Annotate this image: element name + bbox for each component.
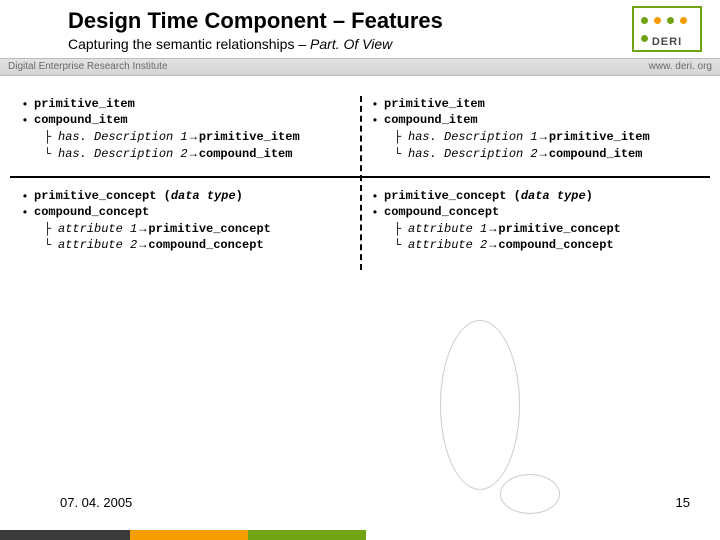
- desc-rhs: compound_item: [549, 146, 643, 162]
- arrow-icon: →: [137, 237, 148, 253]
- block-top-left: •primitive_item •compound_item ├has. Des…: [10, 96, 360, 168]
- desc-lhs: has. Description 2: [408, 146, 538, 162]
- text: ): [236, 189, 243, 203]
- concept-compound: compound_concept: [384, 204, 499, 220]
- tree-branch-icon: └: [44, 146, 58, 162]
- institute-name: Digital Enterprise Research Institute: [8, 61, 168, 72]
- bullet-icon: •: [366, 188, 384, 204]
- bullet-icon: •: [366, 204, 384, 220]
- footer-date: 07. 04. 2005: [60, 495, 132, 510]
- desc-rhs: compound_item: [199, 146, 293, 162]
- footer-stripe: [0, 530, 720, 540]
- tree-branch-icon: ├: [44, 221, 58, 237]
- concept-primitive: primitive_concept (data type): [34, 188, 243, 204]
- bullet-icon: •: [366, 96, 384, 112]
- attr-lhs: attribute 2: [58, 237, 137, 253]
- attr-rhs: primitive_concept: [148, 221, 270, 237]
- arrow-icon: →: [188, 129, 199, 145]
- item-compound: compound_item: [34, 112, 128, 128]
- vertical-divider-dashed: [360, 96, 362, 270]
- text: primitive_concept (: [34, 189, 171, 203]
- block-top-right: •primitive_item •compound_item ├has. Des…: [360, 96, 710, 168]
- subtitle-plain: Capturing the semantic relationships –: [68, 36, 310, 52]
- attr-lhs: attribute 1: [408, 221, 487, 237]
- bullet-icon: •: [16, 96, 34, 112]
- tree-branch-icon: ├: [394, 221, 408, 237]
- attr-lhs: attribute 2: [408, 237, 487, 253]
- deri-logo: DERI: [632, 6, 702, 52]
- concept-compound: compound_concept: [34, 204, 149, 220]
- logo-text: DERI: [634, 36, 700, 48]
- text: primitive_concept (: [384, 189, 521, 203]
- attr-rhs: primitive_concept: [498, 221, 620, 237]
- tree-branch-icon: └: [394, 237, 408, 253]
- sub-bar: Digital Enterprise Research Institute ww…: [0, 58, 720, 76]
- desc-rhs: primitive_item: [199, 129, 300, 145]
- bullet-icon: •: [366, 112, 384, 128]
- desc-rhs: primitive_item: [549, 129, 650, 145]
- desc-lhs: has. Description 1: [408, 129, 538, 145]
- arrow-icon: →: [188, 146, 199, 162]
- bullet-icon: •: [16, 112, 34, 128]
- arrow-icon: →: [487, 237, 498, 253]
- tree-branch-icon: ├: [394, 129, 408, 145]
- arrow-icon: →: [487, 221, 498, 237]
- decorative-ellipse: [440, 320, 520, 490]
- block-bottom-right: •primitive_concept (data type) •compound…: [360, 188, 710, 260]
- desc-lhs: has. Description 2: [58, 146, 188, 162]
- concept-primitive: primitive_concept (data type): [384, 188, 593, 204]
- slide-subtitle: Capturing the semantic relationships – P…: [0, 36, 720, 52]
- bullet-icon: •: [16, 204, 34, 220]
- tree-branch-icon: ├: [44, 129, 58, 145]
- subtitle-italic: Part. Of View: [310, 36, 392, 52]
- attr-rhs: compound_concept: [498, 237, 613, 253]
- slide-footer: 07. 04. 2005 15: [0, 484, 720, 540]
- desc-lhs: has. Description 1: [58, 129, 188, 145]
- slide-title: Design Time Component – Features: [0, 8, 720, 34]
- bullet-icon: •: [16, 188, 34, 204]
- tree-branch-icon: └: [394, 146, 408, 162]
- arrow-icon: →: [538, 129, 549, 145]
- data-type: data type: [521, 189, 586, 203]
- site-url: www. deri. org: [649, 61, 712, 72]
- item-primitive: primitive_item: [384, 96, 485, 112]
- tree-branch-icon: └: [44, 237, 58, 253]
- block-bottom-left: •primitive_concept (data type) •compound…: [10, 188, 360, 260]
- arrow-icon: →: [538, 146, 549, 162]
- attr-rhs: compound_concept: [148, 237, 263, 253]
- footer-page-number: 15: [676, 495, 690, 510]
- data-type: data type: [171, 189, 236, 203]
- item-compound: compound_item: [384, 112, 478, 128]
- item-primitive: primitive_item: [34, 96, 135, 112]
- arrow-icon: →: [137, 221, 148, 237]
- attr-lhs: attribute 1: [58, 221, 137, 237]
- text: ): [586, 189, 593, 203]
